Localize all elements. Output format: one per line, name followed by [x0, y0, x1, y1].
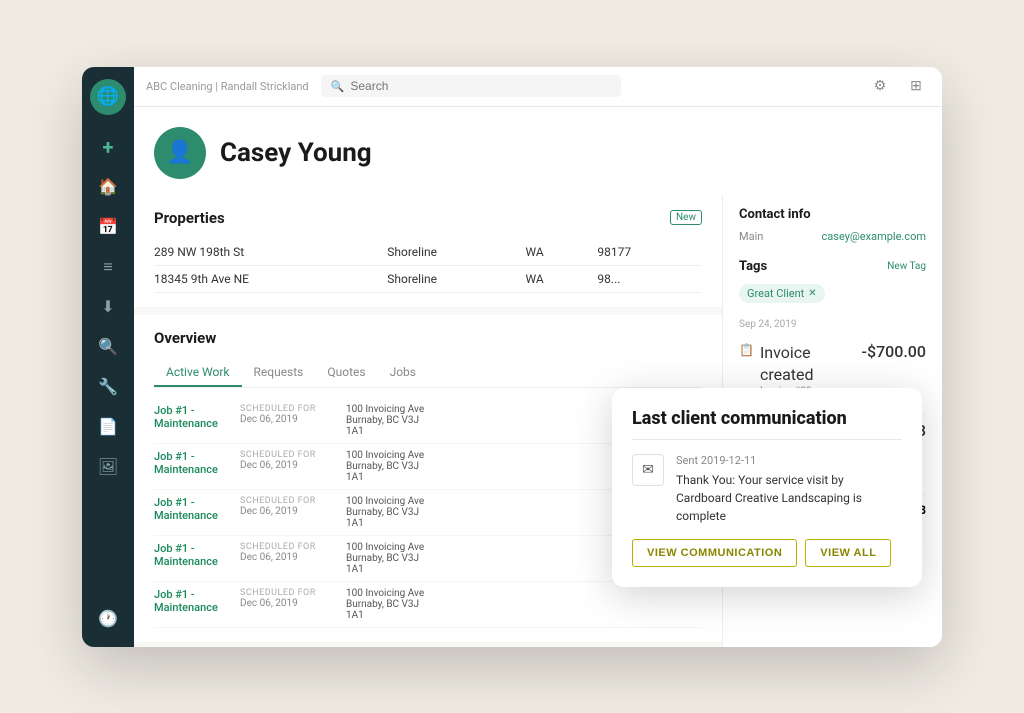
- profile-header: 👤 Casey Young: [134, 107, 942, 195]
- comm-date: Sent 2019-12-11: [676, 454, 902, 467]
- job-address-2: 100 Invoicing AveBurnaby, BC V3J1A1: [346, 450, 424, 483]
- table-row: 18345 9th Ave NE Shoreline WA 98...: [154, 265, 702, 292]
- sidebar: 🌐 + 🏠 📅 ≡ ⬇ 🔍 🔧 📄 🖼 🕐: [82, 67, 134, 647]
- topbar-user: Randall Strickland: [221, 80, 309, 93]
- list-item: Job #1 -Maintenance SCHEDULED FORDec 06,…: [154, 582, 702, 628]
- contact-main-row: Main casey@example.com: [739, 230, 926, 243]
- tags-new-button[interactable]: New Tag: [887, 261, 926, 272]
- topbar: ABC Cleaning | Randall Strickland 🔍 ⚙ ⊞: [134, 67, 942, 107]
- contact-main-label: Main: [739, 230, 763, 243]
- sidebar-list-icon[interactable]: ≡: [92, 251, 124, 283]
- invoice-amount-1: -$700.00: [862, 342, 926, 361]
- sidebar-search-icon[interactable]: 🔍: [92, 331, 124, 363]
- properties-new-badge[interactable]: New: [670, 210, 702, 225]
- prop-zip-2: 98...: [597, 265, 702, 292]
- overview-header: Overview: [154, 329, 702, 347]
- properties-header: Properties New: [154, 209, 702, 227]
- properties-title: Properties: [154, 209, 225, 227]
- comm-message: Thank You: Your service visit by Cardboa…: [676, 471, 902, 525]
- tags-section: Tags New Tag Great Client ✕: [739, 259, 926, 303]
- sidebar-download-icon[interactable]: ⬇: [92, 291, 124, 323]
- prop-address-1: 289 NW 198th St: [154, 239, 387, 266]
- sidebar-clock-icon[interactable]: 🕐: [92, 603, 124, 635]
- prop-zip-1: 98177: [597, 239, 702, 266]
- job-name-4: Job #1 -Maintenance: [154, 542, 224, 575]
- communication-popup: Last client communication ✉ Sent 2019-12…: [612, 388, 922, 587]
- job-schedule-1: SCHEDULED FORDec 06, 2019: [240, 404, 330, 437]
- sidebar-doc-icon[interactable]: 📄: [92, 411, 124, 443]
- overview-title: Overview: [154, 329, 216, 347]
- search-icon: 🔍: [331, 80, 345, 93]
- profile-name: Casey Young: [220, 138, 372, 168]
- avatar: 👤: [154, 127, 206, 179]
- invoice-date-prev: Sep 24, 2019: [739, 319, 926, 330]
- tag-chip: Great Client ✕: [739, 284, 825, 303]
- contact-title: Contact info: [739, 207, 926, 222]
- settings-icon[interactable]: ⚙: [866, 72, 894, 100]
- topbar-brand: ABC Cleaning | Randall Strickland: [146, 80, 309, 93]
- prop-city-1: Shoreline: [387, 239, 525, 266]
- tags-title: Tags: [739, 259, 767, 274]
- contact-section: Contact info Main casey@example.com: [739, 207, 926, 243]
- job-address-4: 100 Invoicing AveBurnaby, BC V3J1A1: [346, 542, 424, 575]
- app-container: 🌐 + 🏠 📅 ≡ ⬇ 🔍 🔧 📄 🖼 🕐 ABC Cleaning | Ran…: [82, 67, 942, 647]
- job-name-3: Job #1 -Maintenance: [154, 496, 224, 529]
- sidebar-image-icon[interactable]: 🖼: [92, 451, 124, 483]
- invoice-icon-1: 📋: [739, 343, 754, 357]
- comm-text: Sent 2019-12-11 Thank You: Your service …: [676, 454, 902, 525]
- sidebar-tool-icon[interactable]: 🔧: [92, 371, 124, 403]
- overview-tabs: Active Work Requests Quotes Jobs: [154, 359, 702, 388]
- invoice-label-1: Invoice created: [760, 342, 862, 387]
- properties-section: Properties New 289 NW 198th St Shoreline…: [134, 195, 722, 307]
- tags-header: Tags New Tag: [739, 259, 926, 274]
- tab-quotes[interactable]: Quotes: [315, 359, 377, 387]
- view-all-button[interactable]: VIEW ALL: [805, 539, 891, 567]
- avatar-icon: 👤: [166, 140, 193, 165]
- grid-icon[interactable]: ⊞: [902, 72, 930, 100]
- table-row: 289 NW 198th St Shoreline WA 98177: [154, 239, 702, 266]
- job-address-3: 100 Invoicing AveBurnaby, BC V3J1A1: [346, 496, 424, 529]
- tab-active-work[interactable]: Active Work: [154, 359, 242, 387]
- job-name-2: Job #1 -Maintenance: [154, 450, 224, 483]
- comm-divider: [632, 439, 902, 440]
- job-schedule-4: SCHEDULED FORDec 06, 2019: [240, 542, 330, 575]
- prop-city-2: Shoreline: [387, 265, 525, 292]
- contact-main-value[interactable]: casey@example.com: [822, 230, 926, 243]
- job-schedule-3: SCHEDULED FORDec 06, 2019: [240, 496, 330, 529]
- job-name-1: Job #1 -Maintenance: [154, 404, 224, 437]
- prop-state-2: WA: [525, 265, 597, 292]
- tag-label: Great Client: [747, 287, 804, 300]
- job-address-1: 100 Invoicing AveBurnaby, BC V3J1A1: [346, 404, 424, 437]
- tag-remove-icon[interactable]: ✕: [808, 288, 816, 299]
- tab-requests[interactable]: Requests: [242, 359, 316, 387]
- comm-item: ✉ Sent 2019-12-11 Thank You: Your servic…: [632, 454, 902, 525]
- properties-table: 289 NW 198th St Shoreline WA 98177 18345…: [154, 239, 702, 293]
- search-input[interactable]: [350, 79, 610, 93]
- sidebar-add-icon[interactable]: +: [92, 131, 124, 163]
- job-schedule-2: SCHEDULED FORDec 06, 2019: [240, 450, 330, 483]
- job-address-5: 100 Invoicing AveBurnaby, BC V3J1A1: [346, 588, 424, 621]
- sidebar-logo[interactable]: 🌐: [90, 79, 126, 115]
- job-schedule-5: SCHEDULED FORDec 06, 2019: [240, 588, 330, 621]
- view-communication-button[interactable]: VIEW COMMUNICATION: [632, 539, 797, 567]
- sidebar-calendar-icon[interactable]: 📅: [92, 211, 124, 243]
- prop-address-2: 18345 9th Ave NE: [154, 265, 387, 292]
- comm-popup-title: Last client communication: [632, 408, 902, 429]
- topbar-actions: ⚙ ⊞: [866, 72, 930, 100]
- topbar-search-box[interactable]: 🔍: [321, 75, 621, 97]
- comm-actions: VIEW COMMUNICATION VIEW ALL: [632, 539, 902, 567]
- tab-jobs[interactable]: Jobs: [378, 359, 428, 387]
- sidebar-home-icon[interactable]: 🏠: [92, 171, 124, 203]
- topbar-company: ABC Cleaning: [146, 80, 213, 93]
- comm-email-icon: ✉: [632, 454, 664, 486]
- prop-state-1: WA: [525, 239, 597, 266]
- job-name-5: Job #1 -Maintenance: [154, 588, 224, 621]
